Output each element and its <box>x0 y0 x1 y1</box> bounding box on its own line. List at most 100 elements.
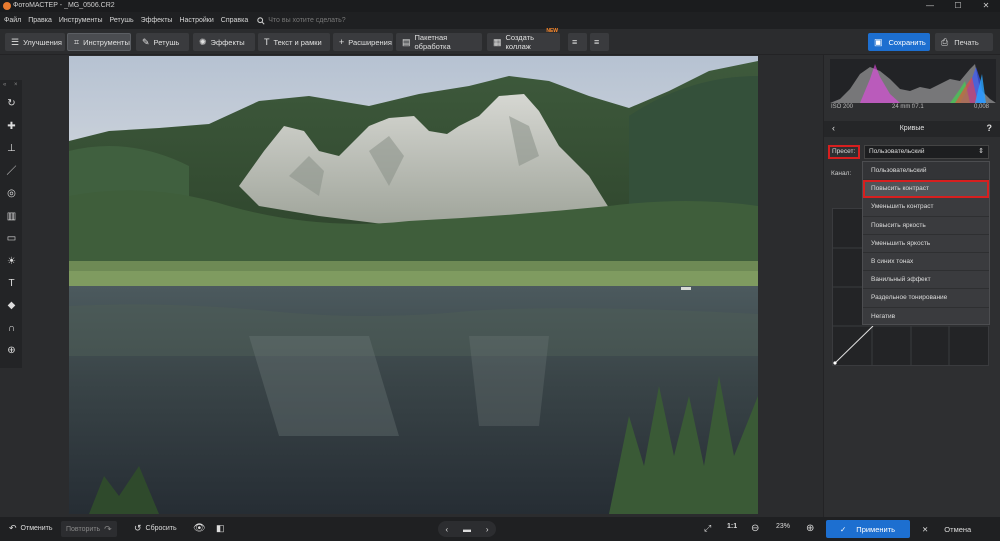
preset-option-decrease-brightness[interactable]: Уменьшить яркость <box>863 235 989 253</box>
canvas-area <box>22 55 822 517</box>
patch-icon[interactable]: ✚ <box>6 121 17 132</box>
text-tool-icon[interactable]: T <box>6 278 17 289</box>
save-icon: ▣ <box>874 36 883 47</box>
tab-label: Ретушь <box>153 37 180 47</box>
menu-retouch[interactable]: Ретушь <box>110 17 134 24</box>
fit-screen-icon[interactable]: ⤢ <box>704 523 711 534</box>
search-box[interactable]: Что вы хотите сделать? <box>257 16 346 25</box>
brush-icon: ✎ <box>142 36 150 47</box>
batch-icon: ▤ <box>402 36 411 47</box>
redo-button[interactable]: Повторить ↷ <box>61 521 117 537</box>
create-collage-button[interactable]: ▦ Создать коллаж NEW <box>487 28 560 51</box>
plus-icon: + <box>339 37 345 47</box>
menu-help[interactable]: Справка <box>221 17 248 24</box>
menu-effects[interactable]: Эффекты <box>141 17 173 24</box>
zoom-level: 23% <box>776 523 791 530</box>
new-badge: NEW <box>546 28 558 34</box>
tab-effects[interactable]: ✺ Эффекты <box>193 33 255 51</box>
preset-option-vanilla[interactable]: Ванильный эффект <box>863 271 989 290</box>
left-toolbar: « × ↻ ✚ ⊥ ／ ◎ ▥ ▭ ☀ T ◆ ∩ ⊕ <box>0 80 22 368</box>
sliders-icon: ☰ <box>11 36 20 47</box>
collage-label: Создать коллаж <box>505 33 535 51</box>
channel-label: Канал: <box>831 170 852 177</box>
eye-icon[interactable]: 👁 <box>193 523 206 534</box>
zoom-out-icon[interactable]: ⊖ <box>751 523 759 534</box>
bottom-bar: ↶ Отменить Повторить ↷ ↺ Сбросить 👁 ◧ ‹ … <box>0 517 1000 541</box>
preset-option-blue-tones[interactable]: В синих тонах <box>863 253 989 272</box>
gradient-filter-icon[interactable]: ▥ <box>6 211 17 222</box>
preset-option-split-toning[interactable]: Раздельное тонирование <box>863 289 989 308</box>
landscape-photo <box>69 56 758 514</box>
tab-extensions[interactable]: + Расширения <box>333 33 393 51</box>
compare-icon[interactable]: ◧ <box>216 523 225 534</box>
curves-tool-icon[interactable]: ∩ <box>6 323 17 334</box>
menu-bar: Файл Правка Инструменты Ретушь Эффекты Н… <box>0 12 1000 29</box>
tab-label: Текст и рамки <box>273 37 322 47</box>
close-panel-icon[interactable]: × <box>14 82 18 88</box>
tab-retouch[interactable]: ✎ Ретушь <box>136 33 189 51</box>
preset-option-custom[interactable]: Пользовательский <box>863 162 989 181</box>
stamp-icon[interactable]: ⊥ <box>6 143 17 154</box>
menu-tools[interactable]: Инструменты <box>59 17 103 24</box>
zoom-in-icon[interactable]: ⊕ <box>806 523 814 534</box>
reset-button[interactable]: ↺ Сбросить <box>134 523 177 534</box>
main-toolbar: ☰ Улучшения ⌗ Инструменты ✎ Ретушь ✺ Эфф… <box>0 28 1000 55</box>
preset-option-increase-brightness[interactable]: Повысить яркость <box>863 217 989 235</box>
print-button[interactable]: ⎙ Печать <box>935 33 993 51</box>
fill-icon[interactable]: ◆ <box>6 300 17 311</box>
text-icon: T <box>264 37 270 47</box>
exposure-value: 0,008 <box>974 104 990 110</box>
brush-tool-icon[interactable]: ／ <box>6 166 17 177</box>
search-icon <box>257 16 265 25</box>
prev-icon[interactable]: ‹ <box>445 525 448 534</box>
cancel-button[interactable]: ✕ Отмена <box>916 520 994 538</box>
preset-option-increase-contrast[interactable]: Повысить контраст <box>863 180 989 199</box>
folder-icon[interactable]: ▬ <box>463 525 471 534</box>
close-button[interactable]: ✕ <box>972 0 1000 12</box>
rotate-icon[interactable]: ↻ <box>6 98 17 109</box>
ratio-button[interactable]: 1:1 <box>727 523 737 530</box>
next-icon[interactable]: › <box>486 525 489 534</box>
minimize-button[interactable]: — <box>916 0 944 12</box>
app-logo <box>3 2 11 10</box>
help-icon[interactable]: ? <box>987 123 993 133</box>
menu-file[interactable]: Файл <box>4 17 21 24</box>
reset-label: Сбросить <box>145 525 177 532</box>
save-label: Сохранить <box>888 37 926 47</box>
check-icon: ✓ <box>840 524 847 534</box>
batch-processing-button[interactable]: ▤ Пакетная обработка <box>396 33 482 51</box>
tab-improvements[interactable]: ☰ Улучшения <box>5 33 65 51</box>
preset-dropdown: Пользовательский Повысить контраст Умень… <box>862 161 990 326</box>
apply-label: Применить <box>856 524 896 534</box>
collage-icon: ▦ <box>493 36 502 47</box>
globe-icon[interactable]: ⊕ <box>6 345 17 356</box>
light-icon[interactable]: ☀ <box>6 256 17 267</box>
tab-label: Инструменты <box>83 37 130 47</box>
tab-text-frames[interactable]: T Текст и рамки <box>258 33 330 51</box>
lens-value: 24 mm f/7.1 <box>892 104 924 110</box>
apply-button[interactable]: ✓ Применить <box>826 520 910 538</box>
print-label: Печать <box>954 37 979 47</box>
preset-select-value: Пользовательский <box>869 148 925 155</box>
preset-option-negative[interactable]: Негатив <box>863 308 989 326</box>
window-title: ФотоМАСТЕР - _MG_0506.CR2 <box>13 2 115 9</box>
curves-title: Кривые <box>899 125 925 132</box>
tab-tools[interactable]: ⌗ Инструменты <box>67 33 131 51</box>
radial-filter-icon[interactable]: ◎ <box>6 188 17 199</box>
settings-list-button[interactable]: ≡ <box>590 33 609 51</box>
add-photo-button[interactable]: ≡ <box>568 33 587 51</box>
save-button[interactable]: ▣ Сохранить <box>868 33 930 51</box>
sparkle-icon: ✺ <box>199 36 207 47</box>
collapse-icon[interactable]: « <box>3 82 6 88</box>
preset-select[interactable]: Пользовательский ⇕ <box>864 145 989 159</box>
preset-option-decrease-contrast[interactable]: Уменьшить контраст <box>863 198 989 217</box>
undo-label: Отменить <box>20 525 53 532</box>
navigation-group: ‹ ▬ › <box>438 521 496 537</box>
cancel-icon: ✕ <box>922 524 929 534</box>
undo-button[interactable]: ↶ Отменить <box>9 523 53 534</box>
menu-settings[interactable]: Настройки <box>179 17 213 24</box>
menu-edit[interactable]: Правка <box>28 17 52 24</box>
photo-preview[interactable] <box>69 56 758 514</box>
vignette-icon[interactable]: ▭ <box>6 233 17 244</box>
maximize-button[interactable]: ☐ <box>944 0 972 12</box>
